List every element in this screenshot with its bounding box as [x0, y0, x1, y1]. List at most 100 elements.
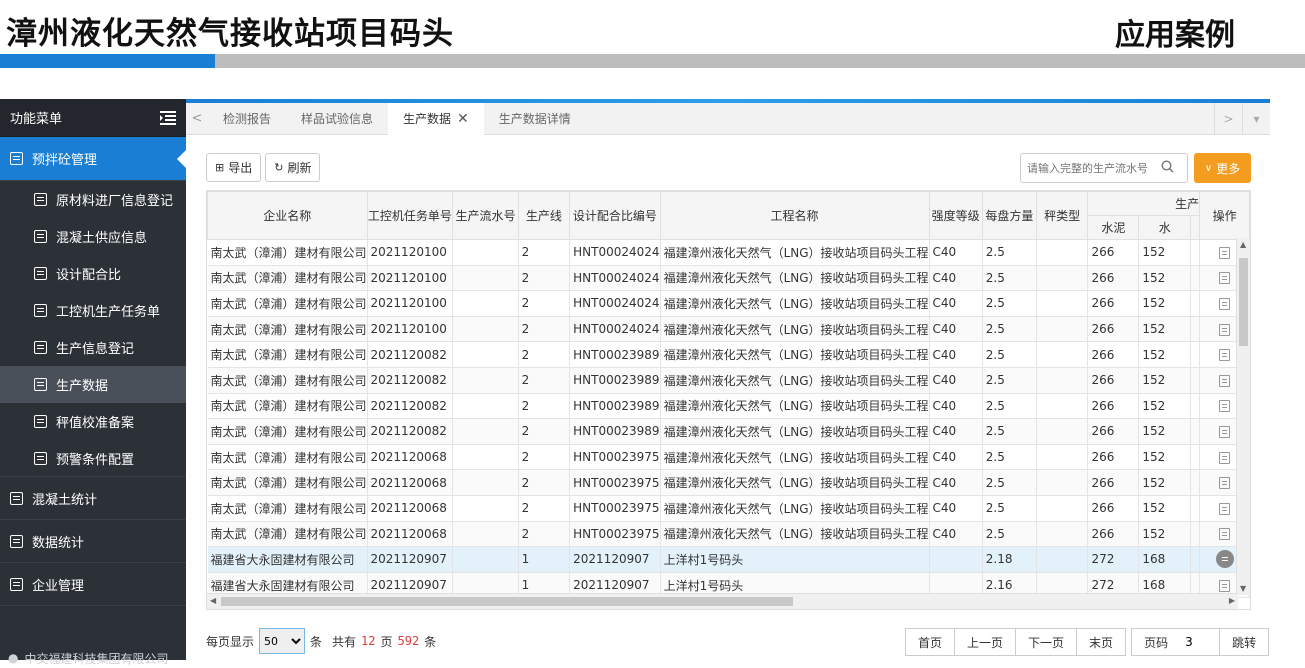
next-page-button[interactable]: 下一页: [1015, 628, 1078, 656]
table-cell: C40: [929, 265, 983, 292]
view-detail-icon[interactable]: [1219, 374, 1231, 387]
view-detail-icon[interactable]: [1219, 349, 1231, 362]
table-cell: [1036, 444, 1089, 471]
view-detail-icon[interactable]: [1219, 502, 1231, 515]
tab-dropdown-icon[interactable]: ▾: [1242, 103, 1270, 135]
table-cell: 2.5: [982, 239, 1037, 266]
col-header-mix-no[interactable]: 设计配合比编号: [569, 191, 661, 240]
table-row[interactable]: 南太武（漳浦）建材有限公司 2021120082 2 HNT00023989 福建漳州液…: [207, 367, 1250, 394]
document-icon: [34, 304, 47, 317]
table-cell: 152: [1138, 341, 1192, 368]
view-detail-icon[interactable]: [1219, 246, 1231, 259]
more-button[interactable]: ∨ 更多: [1194, 153, 1251, 183]
view-detail-icon[interactable]: [1219, 297, 1231, 310]
table-row[interactable]: 南太武（漳浦）建材有限公司 2021120068 2 HNT00023975 福建漳州液…: [207, 495, 1250, 522]
export-button[interactable]: ⊞ 导出: [206, 153, 262, 182]
col-header-water[interactable]: 水: [1138, 215, 1192, 240]
table-cell: 2021120068: [367, 469, 454, 496]
menu-collapse-icon[interactable]: [160, 110, 176, 125]
page-number-input[interactable]: [1180, 628, 1221, 656]
table-cell: [1036, 341, 1089, 368]
search-input[interactable]: [1021, 155, 1161, 181]
scroll-up-icon[interactable]: ▲: [1240, 240, 1246, 249]
title-band-blue: [0, 54, 215, 68]
table-cell: [1036, 546, 1089, 573]
per-page-select[interactable]: 50: [259, 628, 306, 654]
table-cell: HNT00024024: [569, 239, 661, 266]
tab-production-data[interactable]: 生产数据 ✕: [388, 102, 484, 135]
table-row[interactable]: 南太武（漳浦）建材有限公司 2021120100 2 HNT00024024 福建漳州液…: [207, 239, 1250, 266]
tab-sample-test[interactable]: 样品试验信息: [286, 103, 388, 135]
col-header-volume[interactable]: 每盘方量: [981, 191, 1037, 240]
tab-inspection-report[interactable]: 检测报告: [208, 103, 286, 135]
table-cell: 266: [1087, 316, 1140, 343]
sidebar-group-enterprise[interactable]: 企业管理: [0, 563, 186, 606]
table-cell: 2.5: [982, 393, 1037, 420]
tab-production-detail[interactable]: 生产数据详情: [484, 103, 586, 135]
table-row[interactable]: 南太武（漳浦）建材有限公司 2021120082 2 HNT00023989 福建漳州液…: [207, 393, 1250, 420]
table-row[interactable]: 南太武（漳浦）建材有限公司 2021120082 2 HNT00023989 福建漳州液…: [207, 341, 1250, 368]
col-header-task-no[interactable]: 工控机任务单号: [366, 191, 454, 240]
table-row[interactable]: 南太武（漳浦）建材有限公司 2021120100 2 HNT00024024 福建漳州液…: [207, 290, 1250, 317]
horizontal-scrollbar[interactable]: ◀ ▶: [207, 593, 1238, 609]
col-header-grade[interactable]: 强度等级: [928, 191, 983, 240]
view-detail-icon[interactable]: [1219, 528, 1231, 541]
col-header-cement[interactable]: 水泥: [1087, 215, 1140, 240]
table-cell: HNT00023989: [569, 418, 661, 445]
table-row[interactable]: 福建省大永固建材有限公司 2021120907 1 2021120907 上洋村1号码头…: [207, 546, 1250, 573]
sidebar-item-label: 预警条件配置: [56, 452, 135, 468]
col-header-company[interactable]: 企业名称: [207, 191, 368, 240]
prev-page-button[interactable]: 上一页: [954, 628, 1017, 656]
scroll-right-icon[interactable]: ▶: [1229, 596, 1235, 605]
sidebar-item-calibration[interactable]: 秤值校准备案: [0, 403, 186, 440]
sidebar-item-raw-material[interactable]: 原材料进厂信息登记: [0, 181, 186, 218]
tab-scroll-right-icon[interactable]: >: [1214, 103, 1242, 135]
view-detail-icon[interactable]: [1219, 425, 1231, 438]
close-icon[interactable]: ✕: [457, 111, 469, 127]
col-header-serial-no[interactable]: 生产流水号: [452, 191, 519, 240]
table-row[interactable]: 南太武（漳浦）建材有限公司 2021120082 2 HNT00023989 福建漳州液…: [207, 418, 1250, 445]
table-cell: [1190, 444, 1201, 471]
tab-label: 生产数据: [403, 112, 452, 126]
table-row[interactable]: 南太武（漳浦）建材有限公司 2021120068 2 HNT00023975 福建漳州液…: [207, 521, 1250, 548]
sidebar-item-task-order[interactable]: 工控机生产任务单: [0, 292, 186, 329]
table-cell: C40: [929, 444, 983, 471]
sidebar-item-supply[interactable]: 混凝土供应信息: [0, 218, 186, 255]
vertical-scrollbar[interactable]: ▲ ▼: [1236, 238, 1250, 595]
col-header-project[interactable]: 工程名称: [659, 191, 930, 240]
scroll-thumb[interactable]: [1239, 258, 1248, 346]
col-header-line[interactable]: 生产线: [517, 191, 571, 240]
table-row[interactable]: 南太武（漳浦）建材有限公司 2021120100 2 HNT00024024 福建漳州液…: [207, 265, 1250, 292]
view-detail-icon[interactable]: [1219, 579, 1231, 592]
jump-button[interactable]: 跳转: [1219, 628, 1270, 656]
table-cell: C40: [929, 521, 983, 548]
sidebar-group-data-stats[interactable]: 数据统计: [0, 520, 186, 563]
sidebar-item-production-data[interactable]: 生产数据: [0, 366, 186, 403]
view-detail-icon[interactable]: [1215, 550, 1234, 569]
refresh-button[interactable]: ↻ 刷新: [265, 153, 321, 182]
scroll-down-icon[interactable]: ▼: [1240, 584, 1246, 593]
first-page-button[interactable]: 首页: [905, 628, 956, 656]
view-detail-icon[interactable]: [1219, 400, 1231, 413]
sidebar-item-alert-config[interactable]: 预警条件配置: [0, 440, 186, 477]
col-header-scale-type[interactable]: 秤类型: [1035, 191, 1089, 240]
table-row[interactable]: 南太武（漳浦）建材有限公司 2021120068 2 HNT00023975 福建漳州液…: [207, 444, 1250, 471]
table-cell: 266: [1087, 418, 1140, 445]
view-detail-icon[interactable]: [1219, 323, 1231, 336]
search-icon[interactable]: [1161, 159, 1183, 177]
tab-scroll-left-icon[interactable]: <: [186, 111, 208, 126]
sidebar-item-production-register[interactable]: 生产信息登记: [0, 329, 186, 366]
table-row[interactable]: 南太武（漳浦）建材有限公司 2021120100 2 HNT00024024 福建漳州液…: [207, 316, 1250, 343]
scroll-thumb[interactable]: [221, 597, 793, 606]
sidebar-group-concrete-stats[interactable]: 混凝土统计: [0, 477, 186, 520]
last-page-button[interactable]: 末页: [1076, 628, 1127, 656]
table-row[interactable]: 南太武（漳浦）建材有限公司 2021120068 2 HNT00023975 福建漳州液…: [207, 469, 1250, 496]
sidebar-group-ready-mix[interactable]: 预拌砼管理: [0, 137, 187, 181]
table-cell: 2.5: [982, 367, 1037, 394]
view-detail-icon[interactable]: [1219, 477, 1231, 490]
scroll-left-icon[interactable]: ◀: [210, 596, 216, 605]
sidebar-item-mix-design[interactable]: 设计配合比: [0, 255, 186, 292]
view-detail-icon[interactable]: [1219, 451, 1231, 464]
view-detail-icon[interactable]: [1219, 272, 1231, 285]
table-cell: 2021120100: [367, 239, 454, 266]
